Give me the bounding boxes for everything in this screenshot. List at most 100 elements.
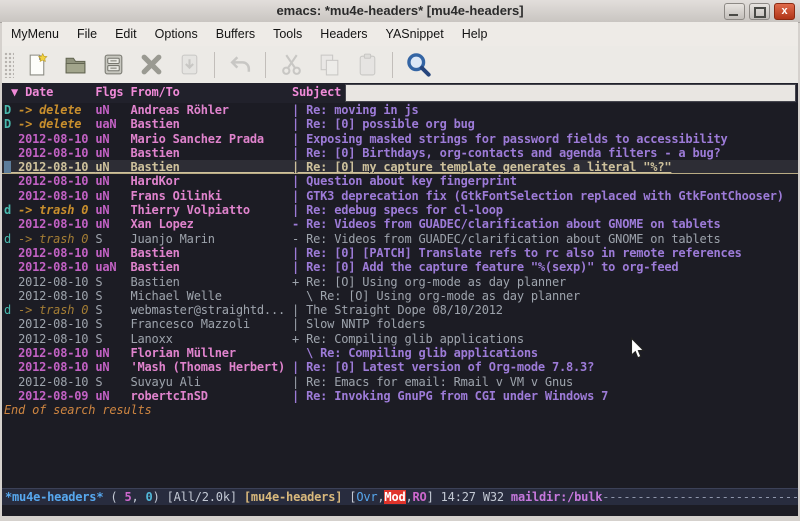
toolbar-separator	[214, 52, 215, 78]
menu-item-mymenu[interactable]: MyMenu	[2, 24, 68, 44]
modeline-segment-tan[interactable]: [mu4e-headers]	[244, 490, 349, 504]
row-flags: uN	[95, 360, 130, 374]
message-row[interactable]: 2012-08-10 uN Frans Oilinki | GTK3 depre…	[2, 189, 798, 203]
echo-area[interactable]	[2, 505, 798, 516]
message-row[interactable]: D -> delete uaN Bastien | Re: [0] possib…	[2, 117, 798, 131]
row-subj: \ Re: [O] Using org-mode as day planner	[292, 289, 580, 303]
row-mark: d	[4, 303, 18, 317]
headers-column-bar[interactable]: ▼ Date Flgs From/To Subject	[2, 83, 798, 103]
toolbar-grip[interactable]	[4, 52, 14, 78]
modeline-segment-plain[interactable]: 14:27	[441, 490, 483, 504]
row-from: Bastien	[130, 146, 292, 160]
maximize-button[interactable]	[749, 3, 770, 20]
undo-button[interactable]	[226, 51, 254, 79]
menu-item-buffers[interactable]: Buffers	[207, 24, 264, 44]
row-subj: - Re: Videos from GUADEC/clarification a…	[292, 232, 721, 246]
save-button[interactable]	[99, 51, 127, 79]
save-as-button[interactable]	[175, 51, 203, 79]
row-from: Bastien	[130, 160, 292, 174]
close-buffer-button[interactable]	[137, 51, 165, 79]
modeline-segment-magenta[interactable]: RO	[413, 490, 427, 504]
message-row[interactable]: 2012-08-10 uN Bastien | Re: [0] my captu…	[2, 160, 798, 174]
row-from: Bastien	[130, 117, 292, 131]
cut-button[interactable]	[277, 51, 305, 79]
row-flags: uN	[95, 146, 130, 160]
row-subj: + Re: Compiling glib applications	[292, 332, 524, 346]
message-row[interactable]: 2012-08-10 uN HardKor | Question about k…	[2, 174, 798, 188]
message-row[interactable]: 2012-08-10 uN Mario Sanchez Prada | Expo…	[2, 132, 798, 146]
row-date: 2012-08-10	[18, 360, 95, 374]
menu-item-headers[interactable]: Headers	[311, 24, 376, 44]
message-row[interactable]: 2012-08-10 S Michael Welle \ Re: [O] Usi…	[2, 289, 798, 303]
message-row[interactable]: 2012-08-10 uN 'Mash (Thomas Herbert) | R…	[2, 360, 798, 374]
row-subj: | Re: Emacs for email: Rmail v VM v Gnus	[292, 375, 573, 389]
row-date: 2012-08-10	[18, 174, 95, 188]
search-button[interactable]	[404, 51, 432, 79]
menu-item-tools[interactable]: Tools	[264, 24, 311, 44]
modeline-segment-path[interactable]: maildir:/bulk	[511, 490, 602, 504]
modeline-segment-plain[interactable]: W32	[483, 490, 511, 504]
row-from: Andreas Röhler	[130, 103, 292, 117]
column-headers[interactable]: ▼ Date Flgs From/To Subject	[2, 83, 341, 103]
row-from: Florian Müllner	[130, 346, 292, 360]
open-folder-icon	[63, 52, 88, 77]
row-flags: S	[95, 303, 130, 317]
message-row[interactable]: d -> trash 0 S Juanjo Marin - Re: Videos…	[2, 232, 798, 246]
modeline-segment-buffer-name[interactable]: *mu4e-headers*	[5, 490, 103, 504]
menu-item-edit[interactable]: Edit	[106, 24, 146, 44]
modeline-segment-plain[interactable]: (	[103, 490, 124, 504]
title-bar[interactable]: emacs: *mu4e-headers* [mu4e-headers] x	[0, 0, 800, 23]
menu-item-file[interactable]: File	[68, 24, 106, 44]
modeline-segment-plain[interactable]: ,	[406, 490, 413, 504]
modeline-segment-blue[interactable]: Ovr	[356, 490, 377, 504]
row-date: -> delete	[18, 103, 95, 117]
message-row[interactable]: d -> trash 0 uN Thierry Volpiatto | Re: …	[2, 203, 798, 217]
row-date: 2012-08-09	[18, 389, 95, 403]
row-mark	[4, 375, 18, 389]
new-file-button[interactable]	[23, 51, 51, 79]
open-folder-button[interactable]	[61, 51, 89, 79]
row-from: Xan Lopez	[130, 217, 292, 231]
message-row[interactable]: 2012-08-10 S Suvayu Ali | Re: Emacs for …	[2, 375, 798, 389]
message-row[interactable]: 2012-08-09 uN robertcInSD | Re: Invoking…	[2, 389, 798, 403]
minimize-button[interactable]	[724, 3, 745, 20]
message-row[interactable]: 2012-08-10 S Lanoxx + Re: Compiling glib…	[2, 332, 798, 346]
message-row[interactable]: 2012-08-10 uN Xan Lopez - Re: Videos fro…	[2, 217, 798, 231]
message-row[interactable]: d -> trash 0 S webmaster@straightd... | …	[2, 303, 798, 317]
row-subj: - Re: Videos from GUADEC/clarification a…	[292, 217, 721, 231]
row-mark	[4, 260, 18, 274]
modeline-segment-plain[interactable]: ]	[427, 490, 441, 504]
message-row[interactable]: 2012-08-10 S Bastien + Re: [O] Using org…	[2, 275, 798, 289]
modeline-segment-cyan[interactable]: 0	[146, 490, 153, 504]
row-mark	[4, 289, 18, 303]
paste-button[interactable]	[353, 51, 381, 79]
copy-button[interactable]	[315, 51, 343, 79]
row-mark	[4, 174, 18, 188]
message-row[interactable]: 2012-08-10 uN Bastien | Re: [0] Birthday…	[2, 146, 798, 160]
modeline-segment-plain[interactable]: [All/2.0k]	[167, 490, 244, 504]
message-rows: D -> delete uN Andreas Röhler | Re: movi…	[2, 103, 798, 403]
menu-item-options[interactable]: Options	[146, 24, 207, 44]
message-row[interactable]: D -> delete uN Andreas Röhler | Re: movi…	[2, 103, 798, 117]
message-row[interactable]: 2012-08-10 uN Bastien | Re: [0] [PATCH] …	[2, 246, 798, 260]
row-date: 2012-08-10	[18, 217, 95, 231]
row-mark: D	[4, 117, 18, 131]
menu-item-help[interactable]: Help	[453, 24, 497, 44]
close-button[interactable]: x	[774, 3, 795, 20]
modeline-segment-plain[interactable]: )	[153, 490, 167, 504]
window-controls: x	[724, 3, 795, 20]
row-date: 2012-08-10	[18, 189, 95, 203]
menu-item-yasnippet[interactable]: YASnippet	[377, 24, 453, 44]
row-date: 2012-08-10	[18, 260, 95, 274]
modeline-segment-plain[interactable]: ,	[131, 490, 145, 504]
message-row[interactable]: 2012-08-10 uaN Bastien | Re: [0] Add the…	[2, 260, 798, 274]
row-mark	[4, 360, 18, 374]
close-icon: x	[775, 4, 794, 18]
row-from: Bastien	[130, 275, 292, 289]
modeline-segment-dashes[interactable]: ------------------------------	[602, 490, 798, 504]
message-row[interactable]: 2012-08-10 uN Florian Müllner \ Re: Comp…	[2, 346, 798, 360]
mode-line[interactable]: *mu4e-headers* ( 5, 0) [All/2.0k] [mu4e-…	[2, 488, 798, 505]
copy-icon	[317, 52, 342, 77]
modeline-segment-mod[interactable]: Mod	[384, 490, 405, 504]
message-row[interactable]: 2012-08-10 S Francesco Mazzoli | Slow NN…	[2, 317, 798, 331]
